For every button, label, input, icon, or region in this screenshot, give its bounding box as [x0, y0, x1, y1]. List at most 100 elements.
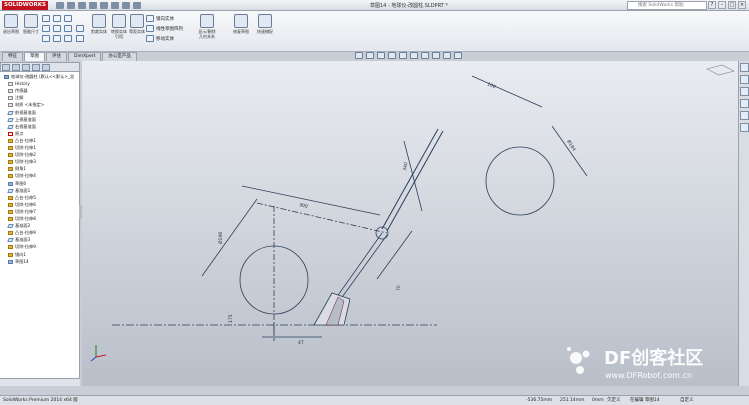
display-manager-tab-icon[interactable] [42, 64, 50, 71]
tree-item[interactable]: 地球仪-改圆柱 (默认<<默认>_显 [4, 74, 74, 80]
custom-properties-icon[interactable] [740, 123, 749, 132]
tree-item[interactable]: 草图6 [8, 181, 26, 187]
mirror-entities-label[interactable]: 镜向实体 [156, 16, 174, 22]
new-file-icon[interactable] [56, 2, 64, 9]
appearances-icon[interactable] [740, 111, 749, 120]
dim-label-340[interactable]: 340 [402, 162, 409, 172]
dim-label-70[interactable]: 70 [396, 285, 402, 291]
dim-label-47[interactable]: 47 [298, 340, 304, 346]
convert-entities-button[interactable]: 转换实体引用 [110, 14, 128, 39]
units-indicator[interactable]: 自定义 [680, 396, 694, 405]
text-icon[interactable] [64, 35, 72, 42]
move-entities-label[interactable]: 移动实体 [156, 36, 174, 42]
section-view-icon[interactable] [388, 52, 396, 59]
point-icon[interactable] [76, 25, 84, 32]
feature-manager-tab-icon[interactable] [2, 64, 10, 71]
rod-line-1[interactable] [381, 128, 439, 230]
dim-label-198[interactable]: Ø198 [217, 232, 224, 244]
view-cube-icon[interactable] [706, 64, 735, 76]
graphics-area[interactable]: 300 Ø198 70 100 Ø184 340 175 47 [82, 61, 738, 386]
tree-item[interactable]: 传感器 [8, 88, 28, 94]
save-icon[interactable] [78, 2, 86, 9]
tree-item[interactable]: 前视基准面 [7, 110, 36, 116]
tree-item[interactable]: 倒角1 [8, 166, 26, 172]
tab-dimxpert[interactable]: DimXpert [68, 52, 102, 61]
zoom-to-fit-icon[interactable] [355, 52, 363, 59]
rebuild-icon[interactable] [122, 2, 130, 9]
centerline-icon[interactable] [76, 35, 84, 42]
line-icon[interactable] [42, 15, 50, 22]
tree-item[interactable]: 切除-拉伸6 [8, 202, 36, 208]
print-icon[interactable] [89, 2, 97, 9]
dim-label-100[interactable]: 100 [486, 81, 496, 90]
tree-scrollbar[interactable] [0, 378, 80, 386]
minimize-button[interactable]: – [718, 1, 726, 9]
tree-item[interactable]: 凸台-拉伸9 [8, 230, 36, 236]
rod-line-2[interactable] [386, 130, 444, 232]
exit-sketch-button[interactable]: 退出草图 [2, 14, 20, 34]
previous-view-icon[interactable] [377, 52, 385, 59]
tree-item[interactable]: 注解 [8, 95, 23, 101]
tree-item[interactable]: 切除-拉伸3 [8, 159, 36, 165]
dim-label-184[interactable]: Ø184 [565, 138, 577, 152]
tab-office-products[interactable]: 办公室产品 [102, 52, 137, 61]
tree-item[interactable]: 切除-拉伸4 [8, 173, 36, 179]
repair-sketch-button[interactable]: 修复草图 [232, 14, 250, 34]
tree-item[interactable]: 基准面1 [7, 188, 30, 194]
smart-dimension-button[interactable]: 智能尺寸 [22, 14, 40, 34]
tree-item[interactable]: 原点 [8, 131, 23, 137]
tree-item[interactable]: 材质 <未指定> [8, 102, 44, 108]
solidworks-resources-icon[interactable] [740, 63, 749, 72]
open-file-icon[interactable] [67, 2, 75, 9]
help-search-input[interactable]: 搜索 SolidWorks 帮助 [627, 1, 707, 10]
tab-features[interactable]: 特征 [2, 52, 23, 61]
view-palette-icon[interactable] [740, 99, 749, 108]
dim-label-300[interactable]: 300 [299, 202, 309, 210]
tree-item[interactable]: 凸台-拉伸5 [8, 195, 36, 201]
tab-evaluate[interactable]: 评估 [46, 52, 67, 61]
tree-item[interactable]: 切除-拉伸1 [8, 145, 36, 151]
ellipse-icon[interactable] [53, 35, 61, 42]
rectangle-icon[interactable] [42, 25, 50, 32]
apply-scene-icon[interactable] [443, 52, 451, 59]
tree-item[interactable]: 镜向1 [8, 252, 26, 258]
edit-appearance-icon[interactable] [432, 52, 440, 59]
move-entities-icon[interactable] [146, 35, 154, 42]
trim-entities-button[interactable]: 剪裁实体 [90, 14, 108, 34]
linear-pattern-label[interactable]: 线性草图阵列 [156, 26, 183, 32]
solidworks-logo[interactable]: SOLIDWORKS [2, 1, 48, 10]
tree-item[interactable]: 切除-拉伸7 [8, 209, 36, 215]
options-icon[interactable] [133, 2, 141, 9]
display-relations-button[interactable]: 显示/删除几何关系 [198, 14, 216, 39]
maximize-button[interactable]: □ [728, 1, 736, 9]
hide-show-items-icon[interactable] [421, 52, 429, 59]
display-style-icon[interactable] [410, 52, 418, 59]
tree-item[interactable]: 切除-拉伸9 [8, 244, 36, 250]
circle-icon[interactable] [53, 15, 61, 22]
file-explorer-icon[interactable] [740, 87, 749, 96]
view-orientation-icon[interactable] [399, 52, 407, 59]
tree-item[interactable]: 切除-拉伸8 [8, 216, 36, 222]
sketch-drawing[interactable]: 300 Ø198 70 100 Ø184 340 175 47 [82, 61, 738, 386]
zoom-area-icon[interactable] [366, 52, 374, 59]
configuration-manager-tab-icon[interactable] [22, 64, 30, 71]
dim-label-175[interactable]: 175 [228, 314, 234, 323]
slot-icon[interactable] [53, 25, 61, 32]
polygon-icon[interactable] [64, 25, 72, 32]
design-library-icon[interactable] [740, 75, 749, 84]
offset-entities-button[interactable]: 等距实体 [128, 14, 146, 34]
help-icon[interactable]: ? [708, 1, 716, 9]
tree-item[interactable]: 凸台-拉伸1 [8, 138, 36, 144]
tree-item[interactable]: 基准面3 [7, 237, 30, 243]
linear-pattern-icon[interactable] [146, 25, 154, 32]
construction-diagonal[interactable] [256, 202, 388, 234]
mirror-entities-icon[interactable] [146, 15, 154, 22]
tree-item[interactable]: 上视基准面 [7, 117, 36, 123]
property-manager-tab-icon[interactable] [12, 64, 20, 71]
upper-circle[interactable] [485, 146, 555, 216]
undo-icon[interactable] [100, 2, 108, 9]
tree-item[interactable]: 右视基准面 [7, 124, 36, 130]
select-icon[interactable] [111, 2, 119, 9]
tab-sketch[interactable]: 草图 [24, 52, 45, 61]
tree-item[interactable]: 切除-拉伸2 [8, 152, 36, 158]
